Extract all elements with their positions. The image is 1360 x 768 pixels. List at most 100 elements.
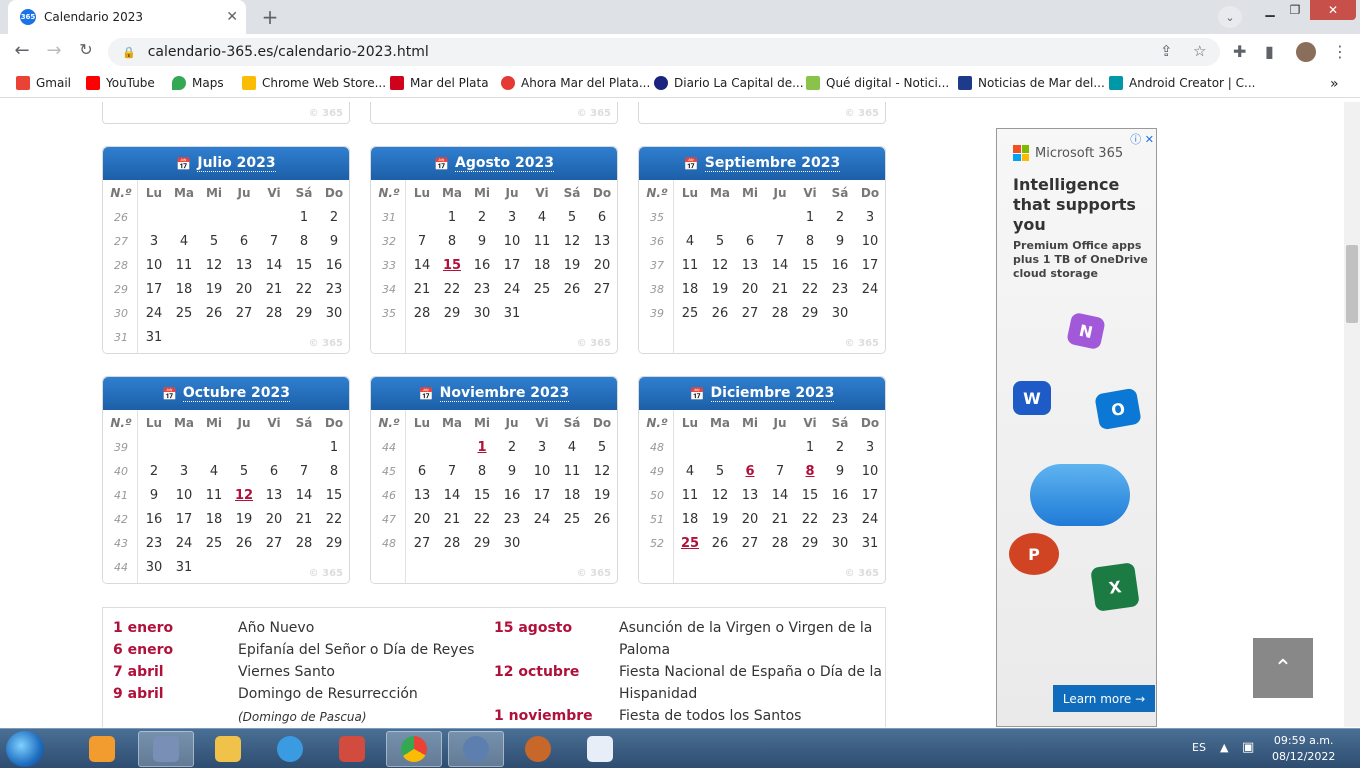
profile-avatar[interactable]: [1296, 42, 1316, 62]
day-cell: 3: [179, 463, 189, 479]
holiday-day-link[interactable]: 6: [735, 464, 765, 479]
day-cell: 6: [269, 463, 279, 479]
scrollbar-thumb[interactable]: [1346, 245, 1358, 323]
holiday-day-link[interactable]: 12: [229, 488, 259, 503]
taskbar-internet-explorer[interactable]: [262, 731, 318, 767]
system-clock[interactable]: 09:59 a.m. 08/12/2022: [1272, 733, 1335, 765]
restore-button[interactable]: ❐: [1283, 0, 1307, 20]
week-row: 30 24 25 26 27 28 29 30: [103, 301, 349, 325]
month-header[interactable]: 📅 Julio 2023: [103, 147, 349, 180]
day-cell: 31: [145, 329, 163, 345]
bookmark-noticias-mar-del[interactable]: Noticias de Mar del...: [958, 76, 1105, 90]
day-cell: 5: [715, 463, 725, 479]
week-number: 43: [114, 536, 128, 550]
taskbar-app[interactable]: [324, 731, 380, 767]
onedrive-icon: [1030, 464, 1130, 526]
holiday-day-link[interactable]: 8: [795, 464, 825, 479]
tab-search-button[interactable]: ⌄: [1218, 6, 1242, 28]
microsoft-365-ad[interactable]: ⓘ ✕ Microsoft 365 Intelligence that supp…: [996, 128, 1157, 727]
bookmark-android-creator[interactable]: Android Creator | C...: [1109, 76, 1255, 90]
day-cell: 5: [239, 463, 249, 479]
day-cell: 29: [325, 535, 343, 551]
day-cell: 8: [477, 463, 487, 479]
language-indicator[interactable]: ES: [1192, 741, 1206, 754]
month-title[interactable]: Diciembre 2023: [710, 385, 835, 402]
month-header[interactable]: 📅 Diciembre 2023: [639, 377, 885, 410]
day-cell: 26: [593, 511, 611, 527]
taskbar-explorer[interactable]: [200, 731, 256, 767]
month-title[interactable]: Noviembre 2023: [439, 385, 570, 402]
weekday-header-row: N.º Lu Ma Mi Ju Vi Sá Do: [639, 411, 885, 435]
page-content: © 365 © 365 © 365 📅 Julio 2023 N.º Lu Ma Mi Ju…: [0, 102, 1344, 727]
bookmark-diario-la-capital[interactable]: Diario La Capital de...: [654, 76, 804, 90]
month-title[interactable]: Agosto 2023: [454, 155, 554, 172]
side-panel-icon[interactable]: ▮: [1265, 42, 1274, 61]
month-header[interactable]: 📅 Agosto 2023: [371, 147, 617, 180]
holiday-day-link[interactable]: 15: [437, 258, 467, 273]
la-capital-icon: [654, 76, 668, 90]
reload-icon[interactable]: ↻: [74, 40, 98, 59]
taskbar-document[interactable]: [572, 731, 628, 767]
new-tab-button[interactable]: +: [258, 5, 282, 29]
week-row: 38 18 19 20 21 22 23 24: [639, 277, 885, 301]
taskbar-chrome[interactable]: [386, 731, 442, 767]
taskbar-media-player[interactable]: [74, 731, 130, 767]
bookmark-star-icon[interactable]: ☆: [1193, 42, 1206, 60]
day-cell: 30: [473, 305, 491, 321]
taskbar-utility[interactable]: [448, 731, 504, 767]
close-tab-icon[interactable]: ✕: [226, 9, 238, 25]
address-bar[interactable]: 🔒 calendario-365.es/calendario-2023.html…: [108, 38, 1220, 66]
month-header[interactable]: 📅 Septiembre 2023: [639, 147, 885, 180]
bookmark-ahora-mar-del-plata[interactable]: Ahora Mar del Plata...: [501, 76, 650, 90]
day-cell: 6: [417, 463, 427, 479]
bookmark-chrome-web-store[interactable]: Chrome Web Store...: [242, 76, 386, 90]
page-scrollbar[interactable]: [1344, 102, 1360, 727]
share-icon[interactable]: ⇪: [1160, 42, 1173, 60]
start-button[interactable]: [6, 731, 44, 767]
network-icon[interactable]: ▣: [1242, 740, 1254, 755]
extensions-icon[interactable]: ✚: [1233, 42, 1246, 61]
holiday-name: Fiesta de todos los Santos: [619, 708, 802, 724]
taskbar-game[interactable]: [510, 731, 566, 767]
weekday-header: Sá: [563, 186, 581, 200]
back-to-top-button[interactable]: ⌃: [1253, 638, 1313, 698]
holiday-day-link[interactable]: 25: [675, 536, 705, 551]
month-header[interactable]: 📅 Octubre 2023: [103, 377, 349, 410]
month-title[interactable]: Octubre 2023: [182, 385, 291, 402]
close-window-button[interactable]: ✕: [1310, 0, 1356, 20]
tab-calendario[interactable]: 365 Calendario 2023 ✕: [8, 0, 246, 34]
holiday-day-link[interactable]: 1: [467, 440, 497, 455]
bookmark-que-digital[interactable]: Qué digital - Notici...: [806, 76, 949, 90]
menu-icon[interactable]: ⋮: [1332, 42, 1348, 61]
weekday-header: Mi: [741, 186, 759, 200]
bookmark-youtube[interactable]: YouTube: [86, 76, 155, 90]
ad-learn-more-button[interactable]: Learn more →: [1053, 685, 1155, 712]
weekday-header: Vi: [535, 416, 549, 430]
day-cell: 31: [503, 305, 521, 321]
month-title[interactable]: Septiembre 2023: [704, 155, 841, 172]
forward-icon[interactable]: →: [42, 40, 66, 61]
weekday-header: N.º: [378, 186, 400, 200]
bookmark-mar-del-plata[interactable]: Mar del Plata: [390, 76, 489, 90]
day-cell: 28: [771, 305, 789, 321]
back-icon[interactable]: ←: [10, 40, 34, 61]
show-hidden-icons[interactable]: ▲: [1220, 741, 1228, 754]
day-cell: 9: [477, 233, 487, 249]
day-cell: 20: [413, 511, 431, 527]
ad-headline: Intelligence that supports you: [1013, 175, 1136, 234]
bookmark-gmail[interactable]: Gmail: [16, 76, 71, 90]
minimize-button[interactable]: ▁: [1258, 0, 1282, 20]
ad-close-icon[interactable]: ⓘ ✕: [1130, 131, 1154, 147]
weekday-header: Sá: [831, 186, 849, 200]
more-bookmarks-icon[interactable]: »: [1330, 76, 1339, 92]
week-row: 50 11 12 13 14 15 16 17: [639, 483, 885, 507]
month-header[interactable]: 📅 Noviembre 2023: [371, 377, 617, 410]
weekday-header: Ma: [709, 186, 731, 200]
weekday-header: Do: [324, 416, 344, 430]
day-cell: 6: [239, 233, 249, 249]
month-title[interactable]: Julio 2023: [197, 155, 276, 172]
holiday-name: Paloma: [619, 642, 671, 658]
bookmark-maps[interactable]: Maps: [172, 76, 224, 90]
taskbar-control-panel[interactable]: [138, 731, 194, 767]
week-number: 35: [650, 210, 664, 224]
